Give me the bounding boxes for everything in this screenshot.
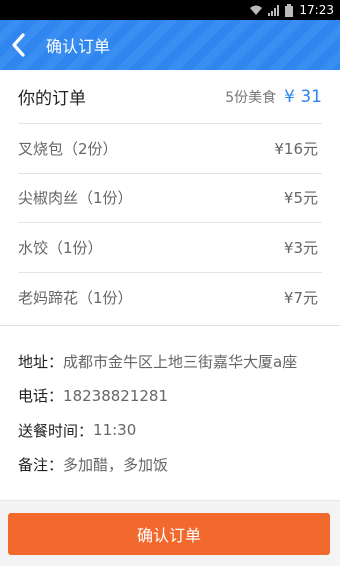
app-header: 确认订单 bbox=[0, 20, 340, 70]
phone-label: 电话 bbox=[18, 387, 49, 406]
delivery-time-value: 11:30 bbox=[93, 421, 137, 440]
confirm-order-button[interactable]: 确认订单 bbox=[8, 513, 330, 555]
order-count: 5份美食 bbox=[225, 89, 277, 106]
address-row: 地址：成都市金牛区上地三街嘉华大厦a座 bbox=[18, 344, 334, 379]
item-price: ¥7元 bbox=[283, 288, 318, 307]
delivery-time-label: 送餐时间 bbox=[18, 421, 79, 440]
phone-row: 电话： 18238821281 bbox=[18, 379, 334, 414]
battery-icon bbox=[285, 3, 294, 17]
order-summary: 5份美食 ¥ 31 bbox=[225, 87, 322, 107]
signal-icon bbox=[268, 4, 280, 16]
back-button[interactable] bbox=[0, 20, 36, 70]
order-total: ¥ 31 bbox=[284, 86, 322, 107]
item-price: ¥16元 bbox=[274, 139, 318, 158]
delivery-time-row: 送餐时间： 11:30 bbox=[18, 413, 334, 448]
item-price: ¥3元 bbox=[283, 238, 318, 257]
footer-bar: 确认订单 bbox=[0, 500, 340, 566]
label-separator: ： bbox=[78, 421, 94, 440]
wifi-icon bbox=[250, 5, 263, 15]
item-name: 水饺（1份） bbox=[18, 238, 103, 257]
section-divider bbox=[0, 325, 340, 326]
address-value: 成都市金牛区上地三街嘉华大厦a座 bbox=[63, 352, 298, 371]
page-title: 确认订单 bbox=[46, 37, 111, 56]
order-item-list: 叉烧包（2份） ¥16元 尖椒肉丝（1份） ¥5元 水饺（1份） ¥3元 老妈蹄… bbox=[18, 124, 322, 322]
order-item: 叉烧包（2份） ¥16元 bbox=[18, 124, 322, 174]
status-time: 17:23 bbox=[299, 3, 334, 17]
order-title: 你的订单 bbox=[18, 89, 86, 109]
item-name: 老妈蹄花（1份） bbox=[18, 288, 133, 307]
delivery-info: 地址：成都市金牛区上地三街嘉华大厦a座 电话： 18238821281 送餐时间：… bbox=[18, 344, 334, 482]
chevron-left-icon bbox=[12, 33, 25, 57]
item-name: 尖椒肉丝（1份） bbox=[18, 189, 133, 208]
item-price: ¥5元 bbox=[283, 189, 318, 208]
order-item: 尖椒肉丝（1份） ¥5元 bbox=[18, 174, 322, 223]
order-item: 水饺（1份） ¥3元 bbox=[18, 223, 322, 273]
status-bar: 17:23 bbox=[0, 0, 340, 20]
note-row: 备注：多加醋，多加饭 bbox=[18, 448, 334, 483]
note-value: 多加醋，多加饭 bbox=[63, 456, 169, 475]
label-separator: ： bbox=[48, 352, 64, 371]
order-summary-row: 你的订单 5份美食 ¥ 31 bbox=[18, 70, 322, 124]
phone-value: 18238821281 bbox=[63, 386, 169, 405]
item-name: 叉烧包（2份） bbox=[18, 139, 118, 158]
label-separator: ： bbox=[48, 387, 64, 406]
order-item: 老妈蹄花（1份） ¥7元 bbox=[18, 273, 322, 323]
label-separator: ： bbox=[48, 456, 64, 475]
note-label: 备注 bbox=[18, 456, 49, 475]
address-label: 地址 bbox=[18, 352, 49, 371]
status-icons bbox=[249, 3, 294, 17]
